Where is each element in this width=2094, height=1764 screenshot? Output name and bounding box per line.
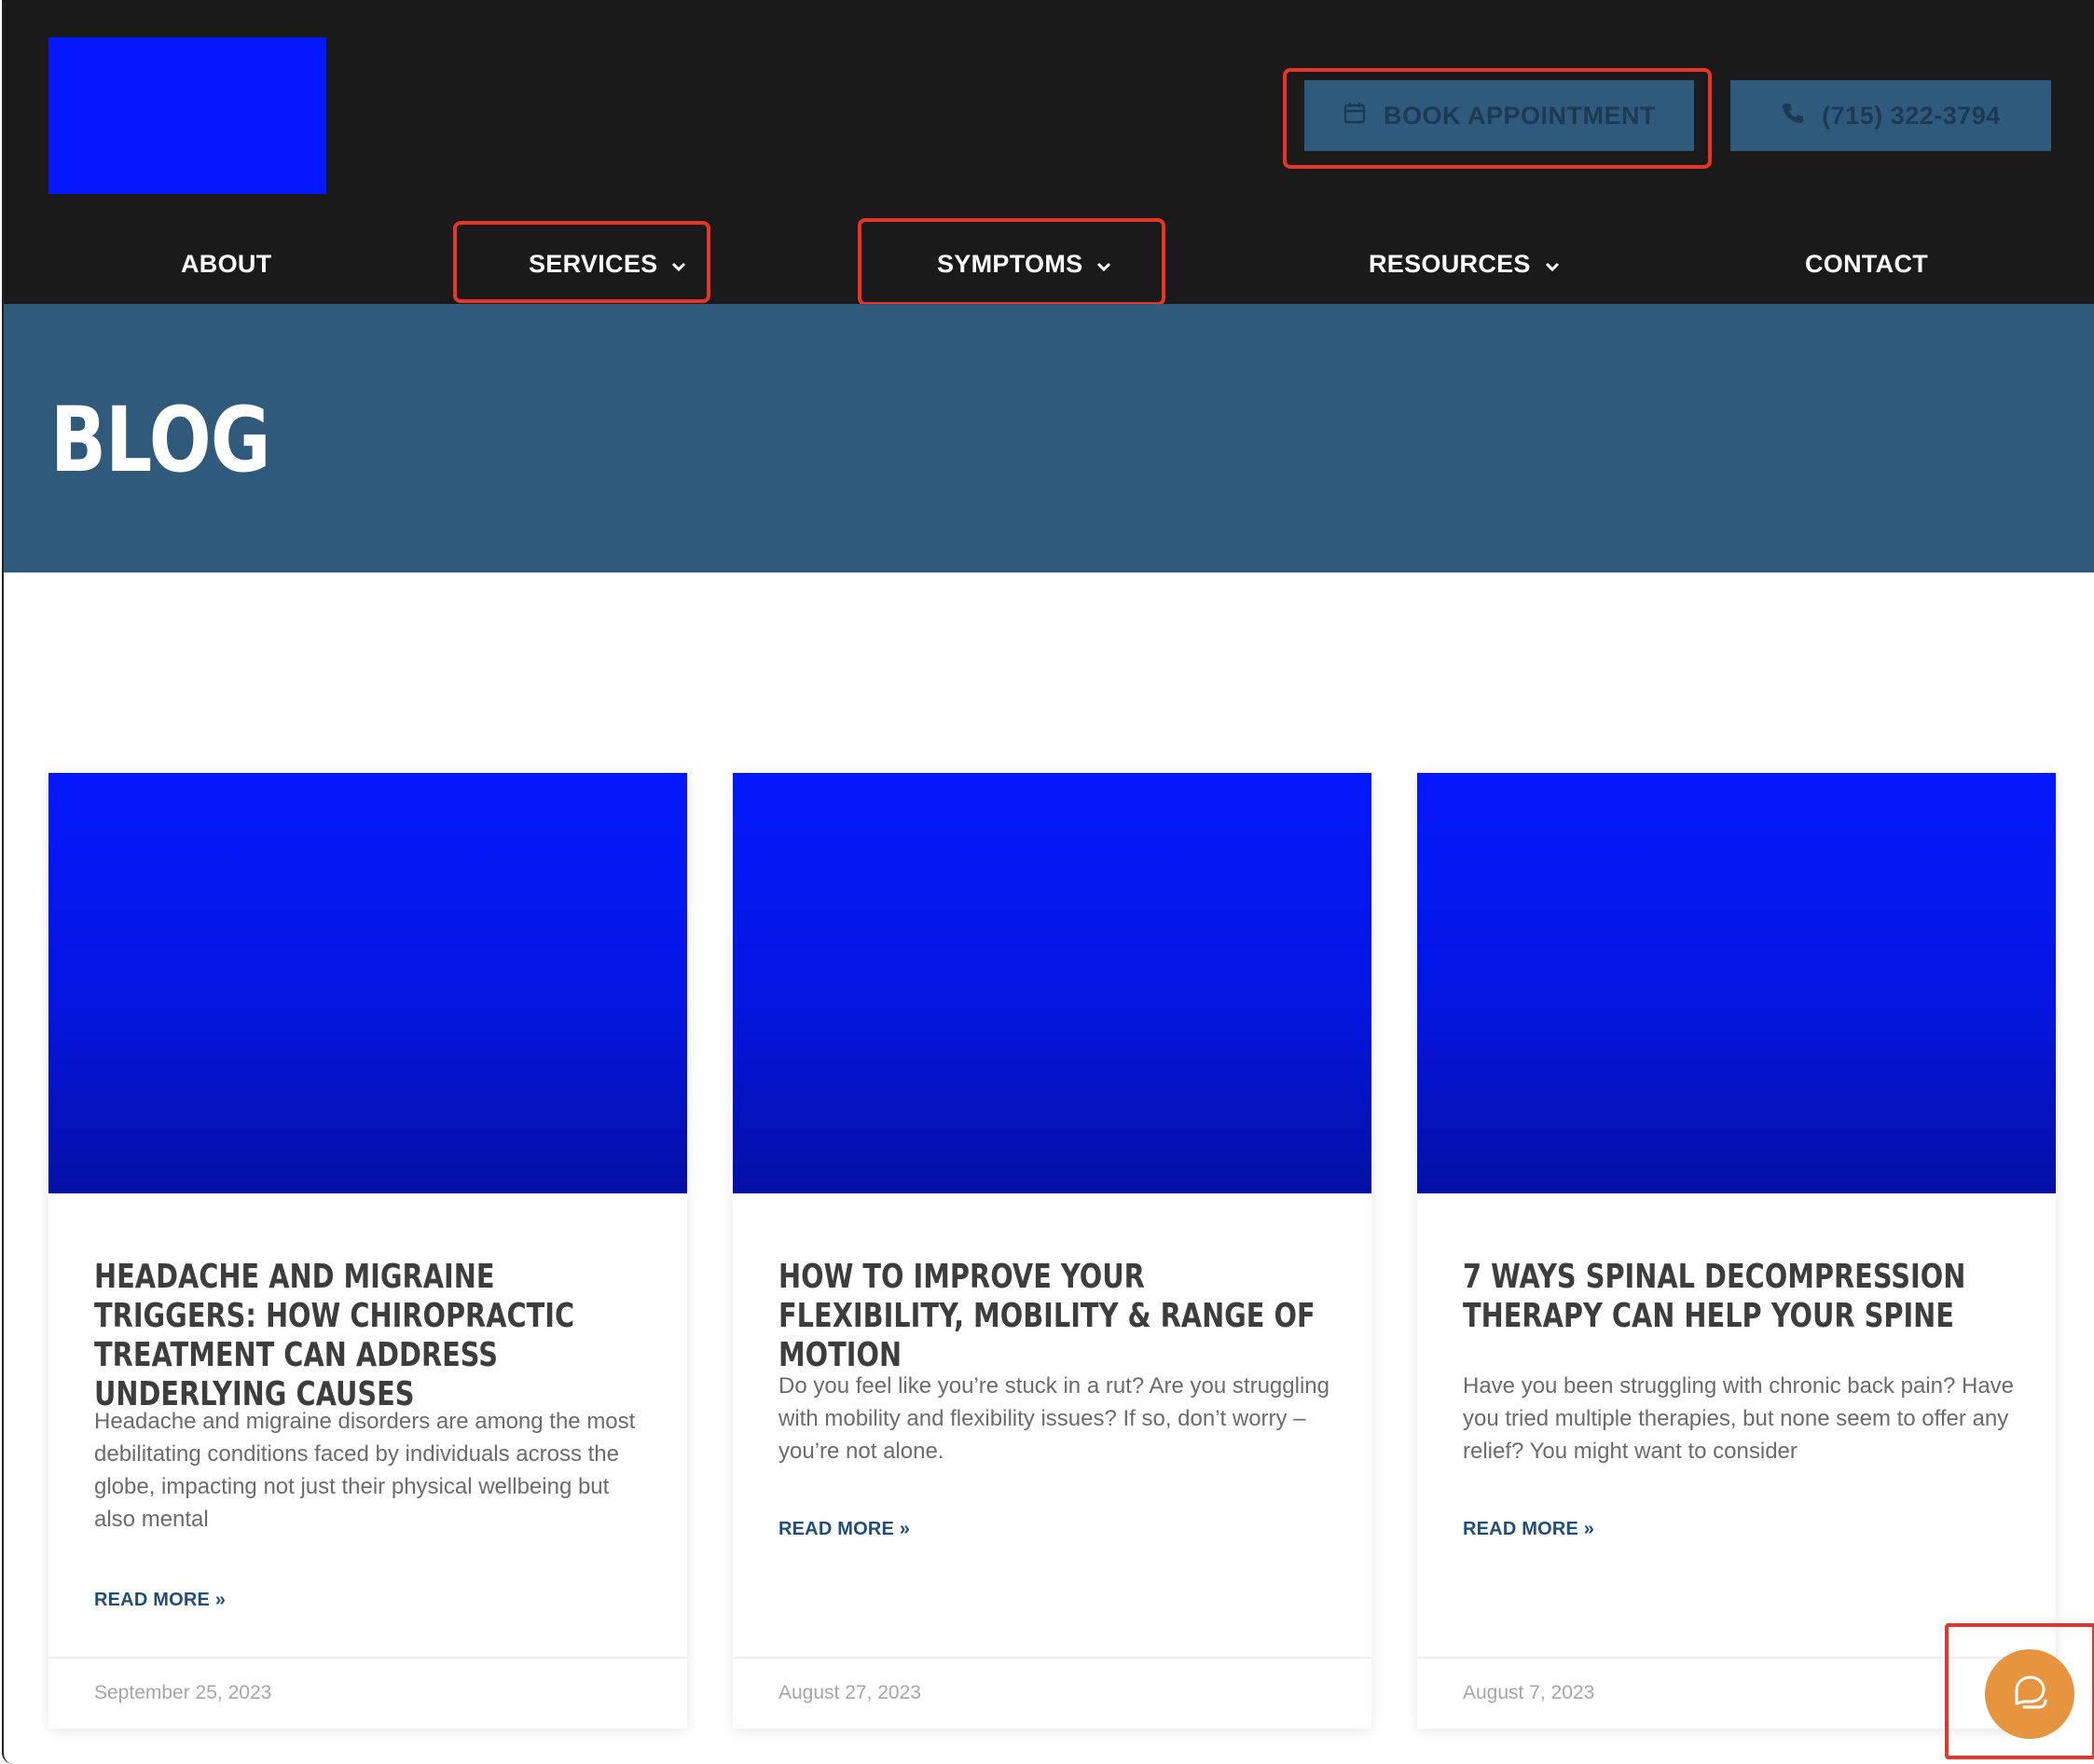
nav-item-contact[interactable]: CONTACT: [1805, 241, 1928, 287]
blog-card-title[interactable]: 7 WAYS SPINAL DECOMPRESSION THERAPY CAN …: [1463, 1258, 2022, 1336]
blog-card: 7 WAYS SPINAL DECOMPRESSION THERAPY CAN …: [1417, 773, 2056, 1729]
blog-hero: BLOG: [4, 304, 2094, 572]
blog-card-excerpt: Do you feel like you’re stuck in a rut? …: [778, 1373, 1329, 1464]
post-date: September 25, 2023: [94, 1682, 272, 1703]
nav-label: ABOUT: [181, 249, 272, 278]
nav-item-about[interactable]: ABOUT: [181, 241, 272, 287]
post-date: August 7, 2023: [1463, 1682, 1595, 1703]
blog-card-image[interactable]: [733, 773, 1371, 1193]
page-title: BLOG: [50, 388, 270, 492]
read-more-link[interactable]: READ MORE »: [94, 1590, 226, 1611]
blog-card-excerpt: Have you been struggling with chronic ba…: [1463, 1373, 2015, 1464]
nav-item-resources[interactable]: RESOURCES: [1369, 241, 1561, 287]
highlight-box-chat: [1945, 1623, 2094, 1759]
highlight-box-symptoms: [858, 218, 1165, 306]
browser-viewport: BOOK APPOINTMENT (715) 322-3794 ABOUT SE…: [2, 0, 2094, 1764]
site-logo[interactable]: [48, 37, 326, 194]
post-date: August 27, 2023: [778, 1682, 921, 1703]
site-header: BOOK APPOINTMENT (715) 322-3794 ABOUT SE…: [4, 3, 2094, 306]
blog-card-footer: September 25, 2023: [48, 1657, 687, 1729]
nav-label: RESOURCES: [1369, 249, 1531, 278]
blog-card: HOW TO IMPROVE YOUR FLEXIBILITY, MOBILIT…: [733, 773, 1371, 1729]
highlight-box-services: [453, 221, 710, 303]
nav-label: CONTACT: [1805, 249, 1929, 278]
blog-card-title[interactable]: HEADACHE AND MIGRAINE TRIGGERS: HOW CHIR…: [94, 1258, 654, 1414]
phone-icon: [1781, 101, 1805, 131]
blog-card-footer: August 27, 2023: [733, 1657, 1371, 1729]
blog-card: HEADACHE AND MIGRAINE TRIGGERS: HOW CHIR…: [48, 773, 687, 1729]
phone-label: (715) 322-3794: [1822, 101, 2001, 130]
blog-card-image[interactable]: [1417, 773, 2056, 1193]
phone-button[interactable]: (715) 322-3794: [1730, 80, 2051, 151]
blog-card-title[interactable]: HOW TO IMPROVE YOUR FLEXIBILITY, MOBILIT…: [778, 1258, 1338, 1375]
highlight-box-book: [1283, 68, 1712, 169]
chevron-down-icon: [1544, 250, 1561, 279]
read-more-link[interactable]: READ MORE »: [778, 1519, 910, 1540]
blog-card-image[interactable]: [48, 773, 687, 1193]
read-more-link[interactable]: READ MORE »: [1463, 1519, 1594, 1540]
blog-card-excerpt: Headache and migraine disorders are amon…: [94, 1409, 636, 1532]
